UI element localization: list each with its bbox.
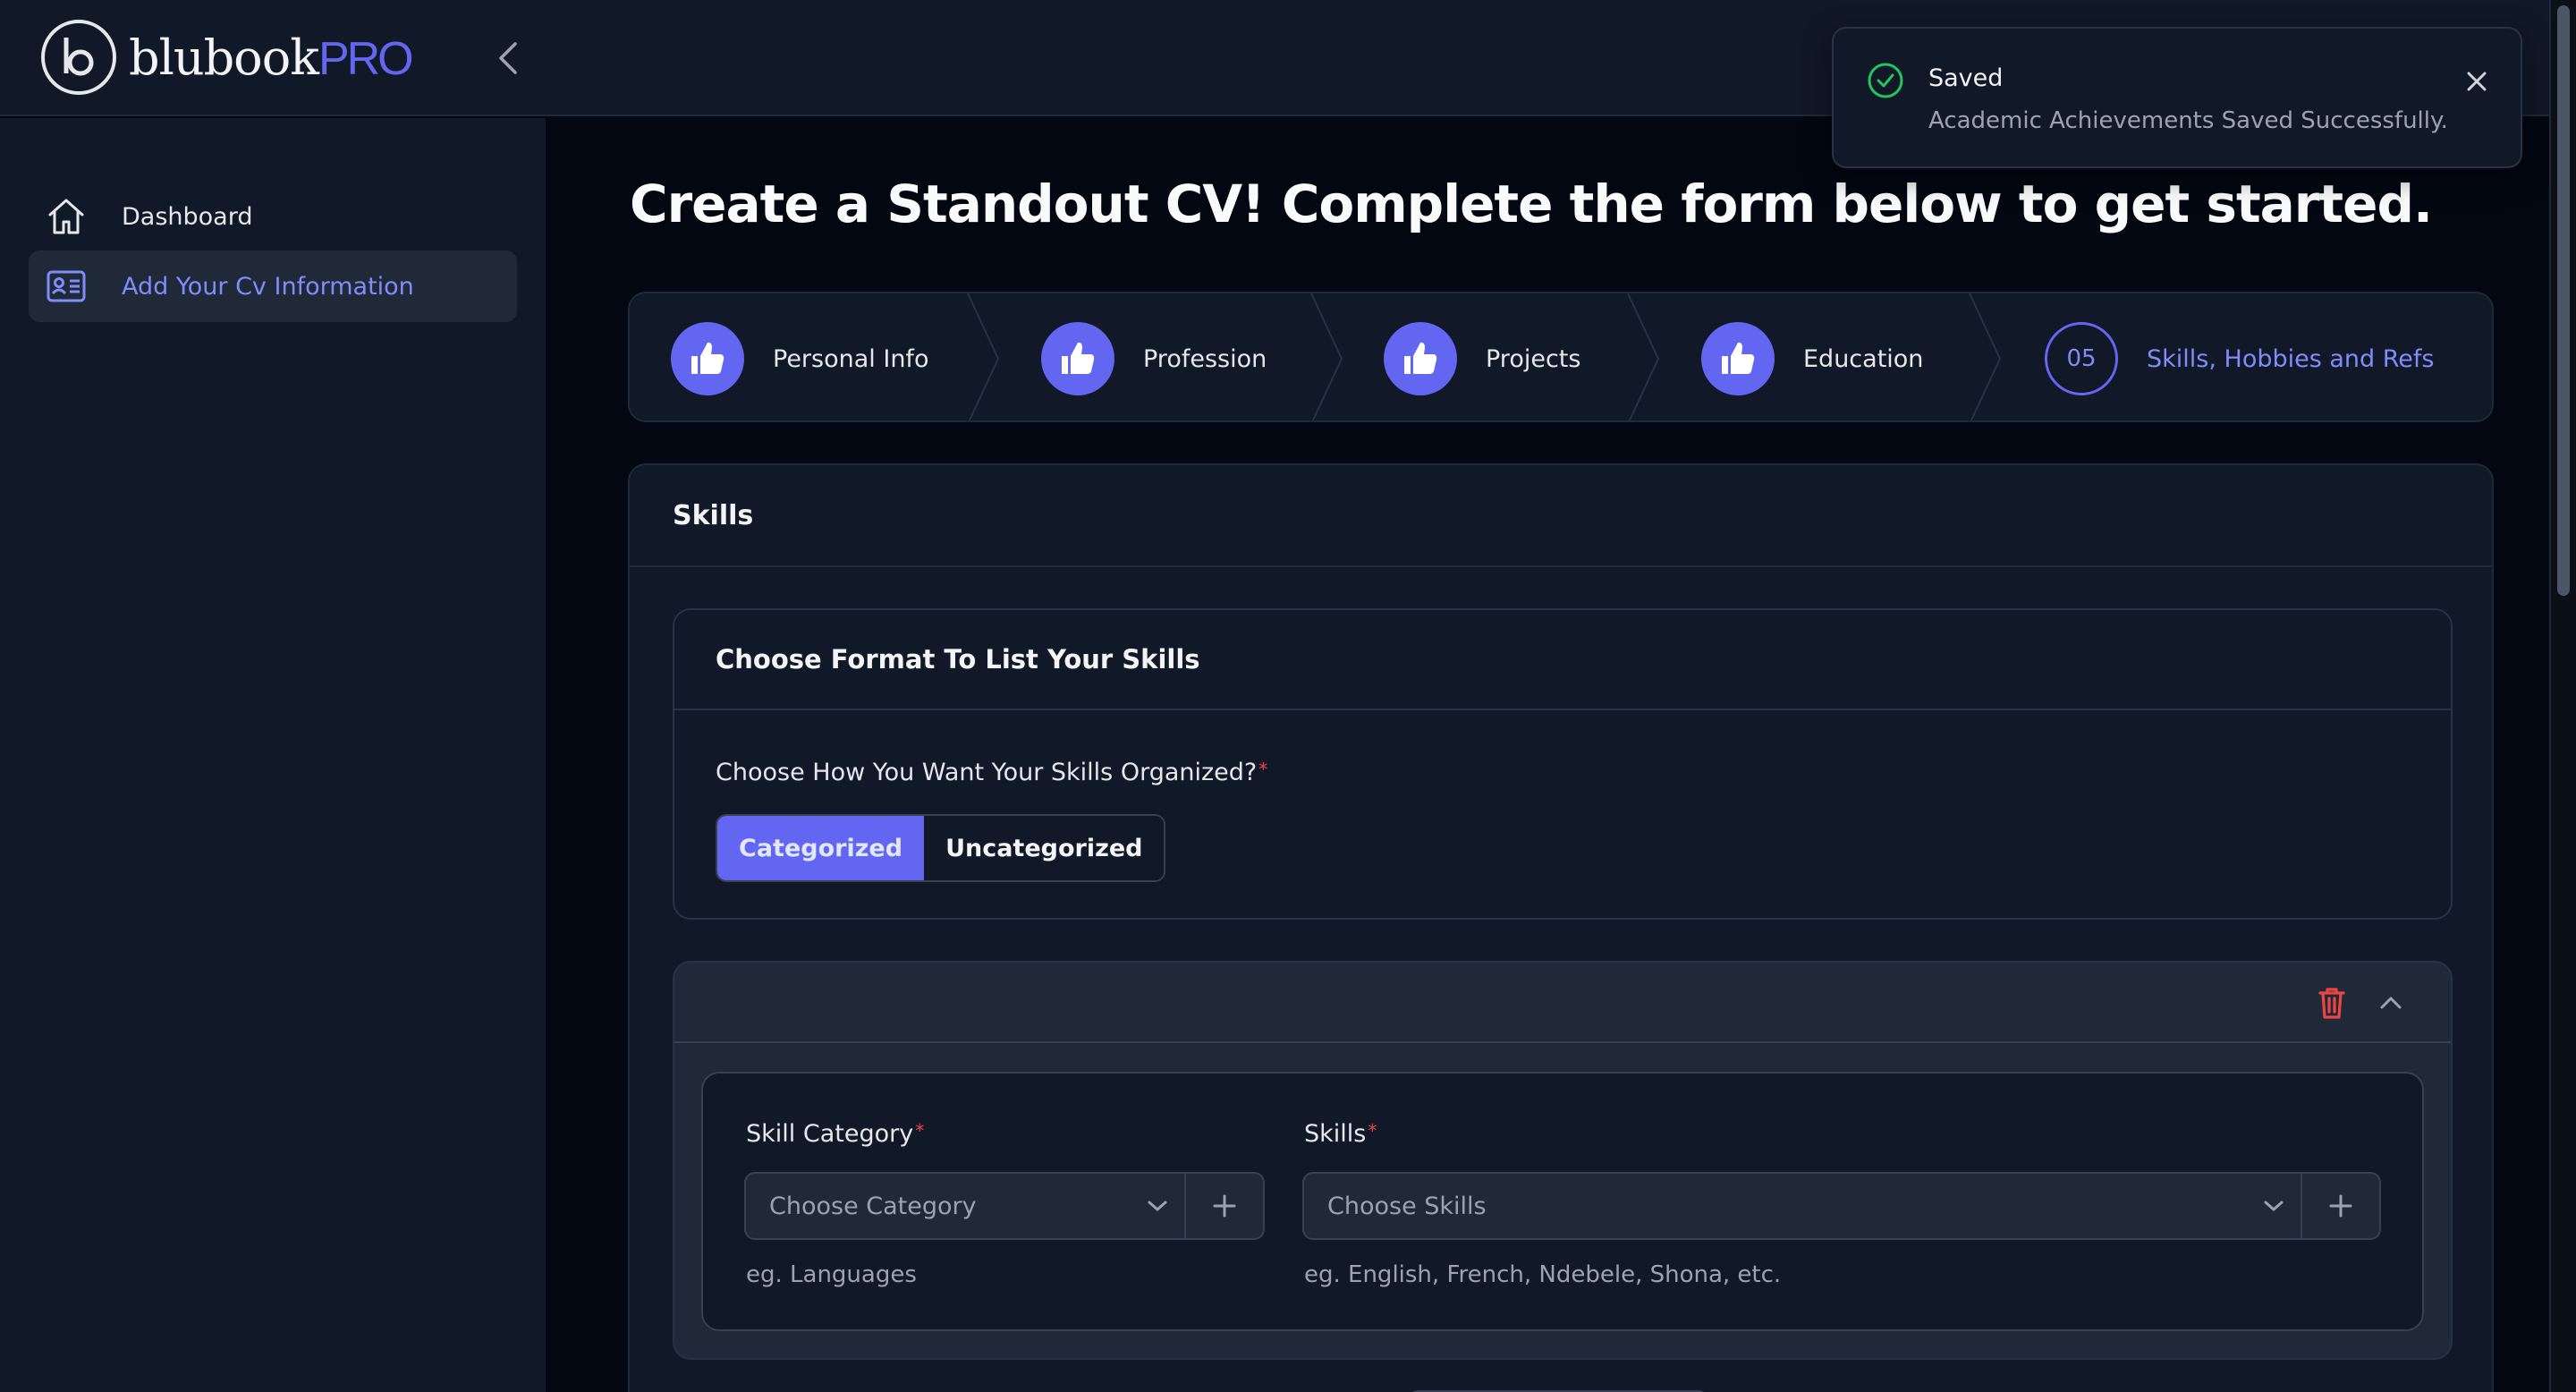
step-skills-hobbies-refs[interactable]: 05 Skills, Hobbies and Refs bbox=[2045, 293, 2435, 420]
toast-notification: Saved Academic Achievements Saved Succes… bbox=[1832, 27, 2522, 168]
chevron-down-icon bbox=[2247, 1174, 2301, 1238]
add-skill-button[interactable] bbox=[2301, 1174, 2379, 1238]
skills-card-header: Skills bbox=[630, 465, 2492, 567]
collapse-sidebar-button[interactable] bbox=[490, 36, 526, 81]
toast-close-button[interactable] bbox=[2460, 64, 2494, 98]
skills-format-title: Choose Format To List Your Skills bbox=[716, 644, 1200, 675]
thumbs-up-icon bbox=[1384, 322, 1457, 395]
sidebar: Dashboard Add Your Cv Information bbox=[0, 118, 546, 1392]
thumbs-up-icon bbox=[1041, 322, 1114, 395]
toast-title: Saved bbox=[1928, 64, 2004, 92]
sidebar-item-add-cv[interactable]: Add Your Cv Information bbox=[29, 250, 517, 322]
skill-group-accordion: Skill Category * Choose Category eg. Lang… bbox=[673, 961, 2453, 1360]
skill-category-label: Skill Category * bbox=[746, 1120, 925, 1148]
step-label: Personal Info bbox=[773, 344, 929, 373]
skills-format-toggle: Categorized Uncategorized bbox=[716, 814, 1166, 882]
required-mark: * bbox=[915, 1120, 925, 1142]
skill-group-fields: Skill Category * Choose Category eg. Lang… bbox=[701, 1072, 2424, 1331]
skill-category-placeholder: Choose Category bbox=[769, 1192, 977, 1220]
step-personal-info[interactable]: Personal Info bbox=[671, 293, 929, 420]
plus-icon bbox=[2329, 1194, 2352, 1218]
step-profession[interactable]: Profession bbox=[1041, 293, 1267, 420]
skills-label: Skills * bbox=[1304, 1120, 1377, 1148]
chevron-up-icon bbox=[2380, 997, 2402, 1009]
logo-text: blubookPRO bbox=[129, 29, 414, 86]
step-separator bbox=[967, 293, 1000, 420]
skill-group-header bbox=[674, 963, 2451, 1043]
required-mark: * bbox=[1368, 1120, 1377, 1142]
scrollbar-thumb[interactable] bbox=[2557, 5, 2570, 596]
chevron-left-icon bbox=[499, 42, 517, 74]
thumbs-up-icon bbox=[671, 322, 744, 395]
logo[interactable]: blubookPRO bbox=[41, 20, 414, 95]
skill-category-select[interactable]: Choose Category bbox=[744, 1172, 1265, 1240]
collapse-group-button[interactable] bbox=[2370, 982, 2411, 1023]
skills-format-question: Choose How You Want Your Skills Organize… bbox=[716, 759, 1268, 786]
step-number: 05 bbox=[2045, 322, 2118, 395]
toast-message: Academic Achievements Saved Successfully… bbox=[1928, 107, 2448, 134]
thumbs-up-icon bbox=[1701, 322, 1775, 395]
skills-format-panel: Choose Format To List Your Skills Choose… bbox=[673, 608, 2453, 920]
add-category-button[interactable] bbox=[1184, 1174, 1263, 1238]
logo-mark bbox=[41, 20, 116, 95]
step-education[interactable]: Education bbox=[1701, 293, 1924, 420]
step-label: Skills, Hobbies and Refs bbox=[2147, 344, 2435, 373]
delete-group-button[interactable] bbox=[2311, 982, 2352, 1023]
logo-pro: PRO bbox=[318, 32, 414, 85]
close-icon bbox=[2467, 72, 2487, 91]
sidebar-item-dashboard[interactable]: Dashboard bbox=[29, 181, 517, 252]
page-scrollbar[interactable] bbox=[2549, 0, 2576, 1392]
uncategorized-option[interactable]: Uncategorized bbox=[924, 816, 1165, 880]
home-icon bbox=[45, 195, 88, 238]
skills-card: Skills Choose Format To List Your Skills… bbox=[628, 463, 2494, 1392]
required-mark: * bbox=[1258, 759, 1268, 780]
progress-stepper: Personal Info Profession Projects Educat… bbox=[628, 292, 2494, 422]
app-window: blubookPRO Dashboard Add Your Cv Informa… bbox=[0, 0, 2576, 1392]
check-circle-icon bbox=[1868, 63, 1903, 98]
skills-placeholder: Choose Skills bbox=[1327, 1192, 1487, 1220]
step-label: Profession bbox=[1143, 344, 1267, 373]
step-separator bbox=[1627, 293, 1660, 420]
step-label: Education bbox=[1803, 344, 1924, 373]
id-card-icon bbox=[45, 265, 88, 308]
chevron-down-icon bbox=[1131, 1174, 1184, 1238]
skills-hint: eg. English, French, Ndebele, Shona, etc… bbox=[1304, 1261, 1782, 1288]
page-title: Create a Standout CV! Complete the form … bbox=[630, 174, 2433, 234]
step-label: Projects bbox=[1486, 344, 1581, 373]
skills-format-header: Choose Format To List Your Skills bbox=[674, 610, 2451, 710]
step-projects[interactable]: Projects bbox=[1384, 293, 1581, 420]
plus-icon bbox=[1213, 1194, 1236, 1218]
skills-title: Skills bbox=[673, 499, 754, 531]
skills-select[interactable]: Choose Skills bbox=[1302, 1172, 2381, 1240]
skill-category-hint: eg. Languages bbox=[746, 1261, 917, 1288]
step-separator bbox=[1310, 293, 1343, 420]
trash-icon bbox=[2318, 988, 2345, 1019]
main-content: Create a Standout CV! Complete the form … bbox=[546, 118, 2549, 1392]
categorized-option[interactable]: Categorized bbox=[717, 816, 925, 880]
sidebar-item-label: Dashboard bbox=[122, 202, 253, 231]
step-separator bbox=[1969, 293, 2002, 420]
sidebar-item-label: Add Your Cv Information bbox=[122, 272, 414, 301]
